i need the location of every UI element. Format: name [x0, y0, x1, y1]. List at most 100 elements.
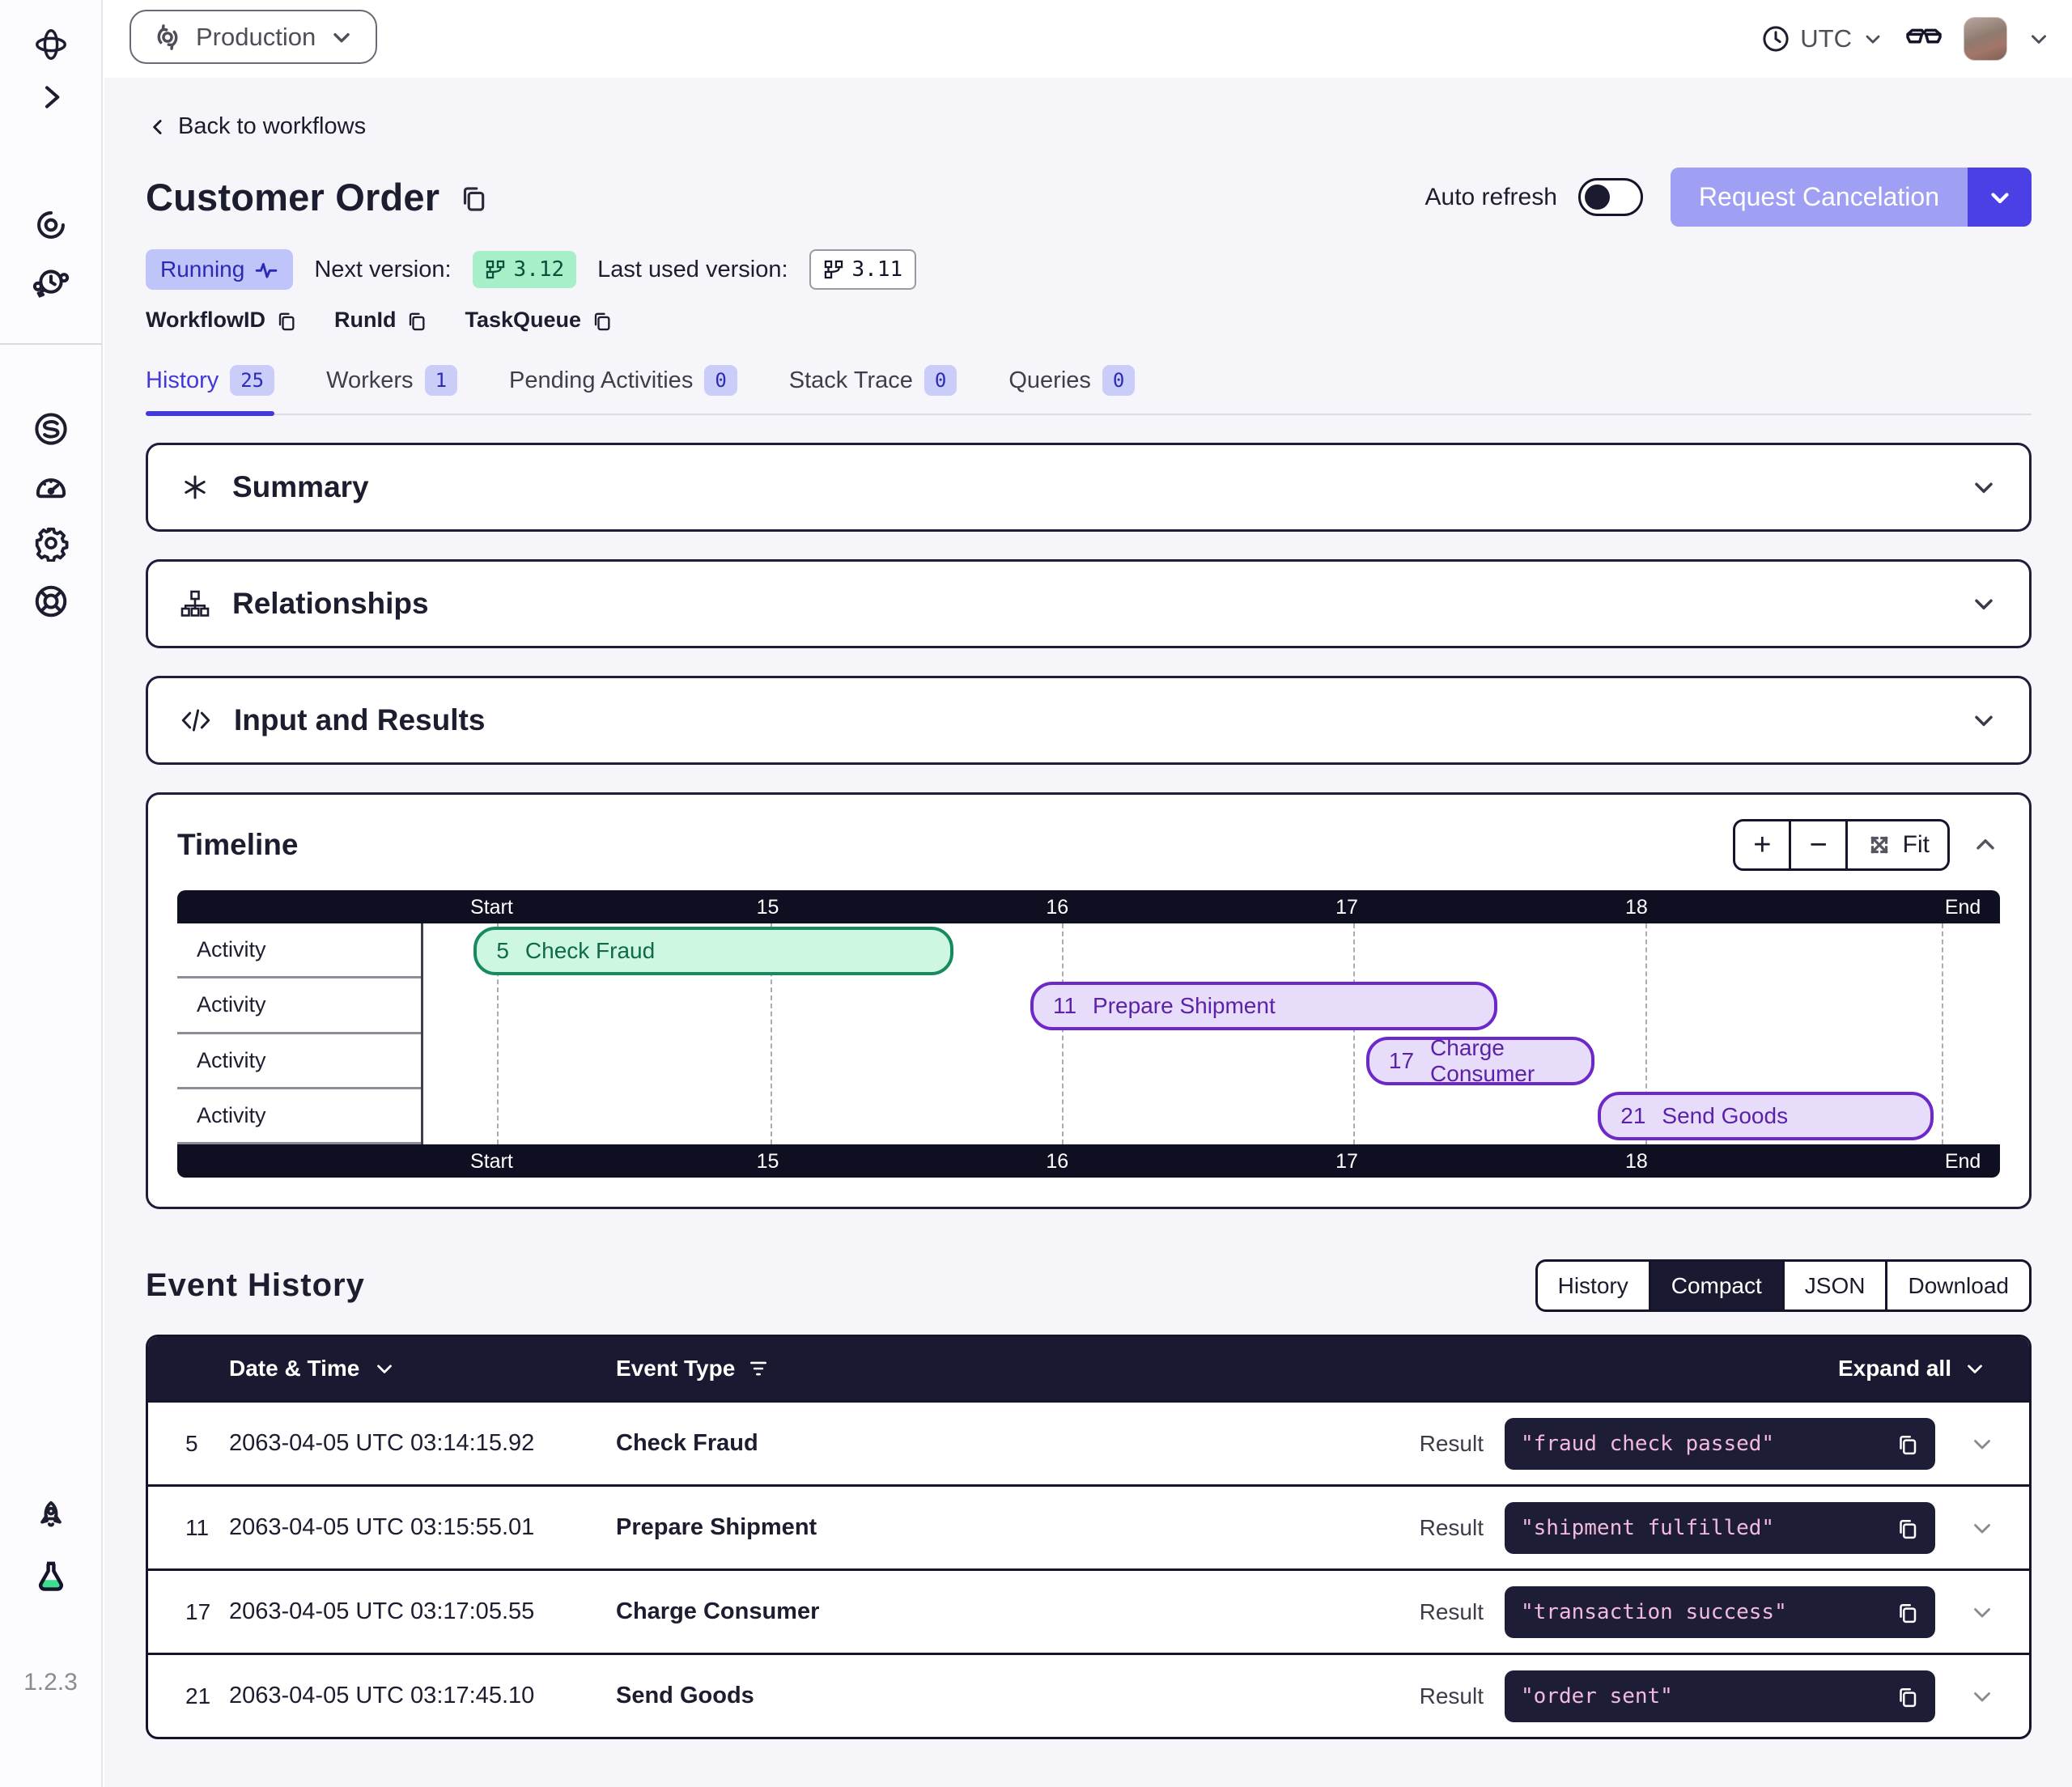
- zoom-out-button[interactable]: −: [1789, 821, 1845, 868]
- result-value: "shipment fulfilled": [1521, 1516, 1774, 1540]
- collapse-timeline-chevron[interactable]: [1971, 830, 2000, 860]
- request-cancelation-button[interactable]: Request Cancelation: [1671, 168, 1968, 227]
- event-table-header: Date & Time Event Type Expand all: [148, 1337, 2029, 1400]
- namespace-switcher[interactable]: Production: [130, 10, 377, 64]
- next-version-value: 3.12: [514, 257, 565, 282]
- datetime-column-header[interactable]: Date & Time: [229, 1356, 616, 1382]
- tab-stack-trace[interactable]: Stack Trace 0: [789, 365, 957, 414]
- view-compact-button[interactable]: Compact: [1649, 1262, 1782, 1309]
- timeline-body: Activity Activity Activity Activity: [177, 923, 2000, 1144]
- user-menu-chevron-icon[interactable]: [2027, 27, 2051, 51]
- usage-gauge-icon[interactable]: [32, 468, 70, 505]
- axis-tick: 17: [1335, 896, 1358, 919]
- timeline-row-label: Activity: [177, 1034, 421, 1089]
- timeline-card: Timeline + − Fit: [146, 792, 2032, 1209]
- temporal-logo-icon: [32, 26, 70, 63]
- run-id-copy[interactable]: RunId: [334, 308, 427, 333]
- event-type-column-header[interactable]: Event Type: [616, 1356, 1838, 1382]
- next-version-label: Next version:: [314, 257, 451, 283]
- input-results-accordion[interactable]: Input and Results: [146, 676, 2032, 765]
- cancelation-menu-chevron[interactable]: [1968, 168, 2032, 227]
- event-row[interactable]: 5 2063-04-05 UTC 03:14:15.92 Check Fraud…: [148, 1400, 2029, 1484]
- event-row[interactable]: 17 2063-04-05 UTC 03:17:05.55 Charge Con…: [148, 1568, 2029, 1653]
- copy-result-icon[interactable]: [1895, 1684, 1919, 1708]
- expand-row-chevron[interactable]: [1935, 1430, 2029, 1458]
- timeline-bar-check-fraud[interactable]: 5 Check Fraud: [473, 927, 953, 975]
- event-type: Prepare Shipment: [616, 1514, 1420, 1541]
- view-json-button[interactable]: JSON: [1782, 1262, 1886, 1309]
- settings-gear-icon[interactable]: [32, 524, 70, 562]
- labs-glasses-icon[interactable]: [1904, 19, 1944, 59]
- left-rail: 1.2.3: [0, 0, 103, 1787]
- summary-accordion[interactable]: Summary: [146, 443, 2032, 532]
- expand-row-chevron[interactable]: [1935, 1683, 2029, 1710]
- event-datetime: 2063-04-05 UTC 03:15:55.01: [229, 1514, 616, 1541]
- expand-all-button[interactable]: Expand all: [1838, 1356, 2029, 1382]
- auto-refresh-label: Auto refresh: [1425, 184, 1557, 211]
- tab-workers[interactable]: Workers 1: [326, 365, 457, 414]
- timezone-selector[interactable]: UTC: [1761, 24, 1884, 53]
- timeline-axis-top: Start 15 16 17 18 End: [177, 890, 2000, 923]
- result-chip: "transaction success": [1505, 1586, 1935, 1638]
- event-row[interactable]: 21 2063-04-05 UTC 03:17:45.10 Send Goods…: [148, 1653, 2029, 1737]
- axis-tick: 16: [1046, 1150, 1068, 1174]
- page-title: Customer Order: [146, 175, 439, 219]
- event-type-header-label: Event Type: [616, 1356, 735, 1382]
- rocket-icon[interactable]: [32, 1498, 70, 1535]
- bar-label: Send Goods: [1662, 1103, 1788, 1129]
- schedules-icon[interactable]: [32, 265, 70, 302]
- asterisk-icon: [179, 471, 211, 503]
- support-lifering-icon[interactable]: [32, 583, 70, 620]
- workflows-icon[interactable]: [32, 206, 70, 244]
- tab-pending-activities[interactable]: Pending Activities 0: [509, 365, 737, 414]
- event-row[interactable]: 11 2063-04-05 UTC 03:15:55.01 Prepare Sh…: [148, 1484, 2029, 1568]
- app-version: 1.2.3: [0, 1669, 101, 1696]
- status-label: Running: [160, 257, 244, 282]
- back-label: Back to workflows: [178, 113, 366, 140]
- filter-icon: [748, 1358, 769, 1379]
- expand-all-label: Expand all: [1838, 1356, 1951, 1382]
- page-content: Back to workflows Customer Order Auto re…: [104, 78, 2072, 1787]
- relationships-accordion[interactable]: Relationships: [146, 559, 2032, 648]
- nexus-icon[interactable]: [32, 410, 70, 448]
- tab-history[interactable]: History 25: [146, 365, 274, 414]
- timeline-title: Timeline: [177, 828, 298, 862]
- event-history-header: Event History History Compact JSON Downl…: [146, 1259, 2032, 1312]
- task-queue-copy[interactable]: TaskQueue: [465, 308, 613, 333]
- timeline-bar-prepare-shipment[interactable]: 11 Prepare Shipment: [1030, 982, 1497, 1030]
- rail-divider: [0, 343, 101, 345]
- labs-flask-icon[interactable]: [32, 1558, 70, 1597]
- copy-result-icon[interactable]: [1895, 1600, 1919, 1624]
- auto-refresh-toggle[interactable]: [1578, 178, 1643, 216]
- back-to-workflows-link[interactable]: Back to workflows: [146, 113, 366, 140]
- zoom-in-button[interactable]: +: [1735, 821, 1789, 868]
- tab-queries[interactable]: Queries 0: [1008, 365, 1135, 414]
- workflow-id-copy[interactable]: WorkflowID: [146, 308, 297, 333]
- timeline-bar-send-goods[interactable]: 21 Send Goods: [1598, 1092, 1934, 1140]
- copy-title-icon[interactable]: [457, 182, 488, 213]
- tab-count-badge: 0: [924, 365, 957, 396]
- next-version-badge: 3.12: [473, 251, 577, 288]
- event-datetime: 2063-04-05 UTC 03:14:15.92: [229, 1430, 616, 1457]
- copy-result-icon[interactable]: [1895, 1516, 1919, 1540]
- user-avatar[interactable]: [1964, 17, 2007, 61]
- git-branch-icon: [485, 259, 506, 280]
- expand-row-chevron[interactable]: [1935, 1598, 2029, 1626]
- expand-row-chevron[interactable]: [1935, 1514, 2029, 1542]
- event-id: 17: [148, 1599, 229, 1625]
- view-history-button[interactable]: History: [1538, 1262, 1649, 1309]
- event-id: 5: [148, 1431, 229, 1457]
- result-value: "order sent": [1521, 1684, 1673, 1708]
- expand-rail-chevron-icon[interactable]: [35, 81, 67, 113]
- title-row: Customer Order Auto refresh Request Canc…: [146, 168, 2032, 227]
- timeline-row-label: Activity: [177, 923, 421, 978]
- timeline-plot: 5 Check Fraud 11 Prepare Shipment 17 Cha…: [423, 923, 2000, 1144]
- timeline-bar-charge-consumer[interactable]: 17 Charge Consumer: [1366, 1037, 1594, 1085]
- tab-bar: History 25 Workers 1 Pending Activities …: [146, 365, 2032, 415]
- namespace-label: Production: [196, 23, 316, 52]
- timeline-gantt: Start 15 16 17 18 End Activity Activity: [177, 890, 2000, 1178]
- download-button[interactable]: Download: [1885, 1262, 2029, 1309]
- fit-button[interactable]: Fit: [1845, 821, 1947, 868]
- copy-result-icon[interactable]: [1895, 1432, 1919, 1456]
- axis-tick: 18: [1625, 896, 1648, 919]
